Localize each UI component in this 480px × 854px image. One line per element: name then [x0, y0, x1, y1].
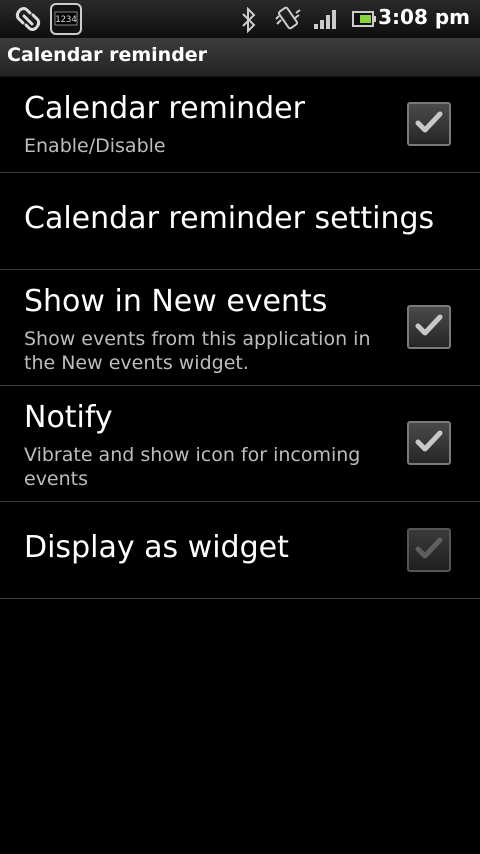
check-icon — [415, 111, 443, 133]
pref-summary: Show events from this application in the… — [24, 328, 371, 374]
status-bar: 1234 3:08 pm — [0, 0, 480, 38]
pref-title: Show in New events — [24, 284, 328, 319]
signal-icon — [313, 8, 337, 34]
check-icon — [415, 537, 443, 559]
check-icon — [415, 430, 443, 452]
pref-notify[interactable]: Notify Vibrate and show icon for incomin… — [0, 386, 480, 502]
preference-list: Calendar reminder Enable/Disable Calenda… — [0, 77, 480, 599]
battery-icon — [352, 10, 376, 32]
pref-show-in-new-events[interactable]: Show in New events Show events from this… — [0, 270, 480, 386]
notify-checkbox[interactable] — [407, 421, 451, 465]
link-icon — [14, 5, 42, 37]
pref-summary: Vibrate and show icon for incoming event… — [24, 444, 361, 490]
display-as-widget-checkbox[interactable] — [407, 528, 451, 572]
pref-display-as-widget[interactable]: Display as widget — [0, 502, 480, 599]
keyboard-icon: 1234 — [50, 3, 82, 39]
pref-calendar-reminder[interactable]: Calendar reminder Enable/Disable — [0, 77, 480, 173]
title-bar: Calendar reminder — [0, 38, 480, 77]
pref-title: Calendar reminder — [24, 91, 305, 126]
pref-title: Calendar reminder settings — [24, 201, 435, 236]
pref-title: Display as widget — [24, 530, 289, 565]
keyboard-icon-text: 1234 — [55, 15, 77, 25]
calendar-reminder-checkbox[interactable] — [407, 102, 451, 146]
pref-calendar-reminder-settings[interactable]: Calendar reminder settings — [0, 173, 480, 270]
page-title: Calendar reminder — [7, 44, 208, 66]
vibrate-icon — [274, 5, 302, 37]
pref-summary: Enable/Disable — [24, 135, 166, 157]
show-in-new-events-checkbox[interactable] — [407, 305, 451, 349]
pref-title: Notify — [24, 400, 113, 435]
bluetooth-icon — [240, 6, 258, 37]
status-time: 3:08 pm — [378, 5, 470, 29]
check-icon — [415, 314, 443, 336]
